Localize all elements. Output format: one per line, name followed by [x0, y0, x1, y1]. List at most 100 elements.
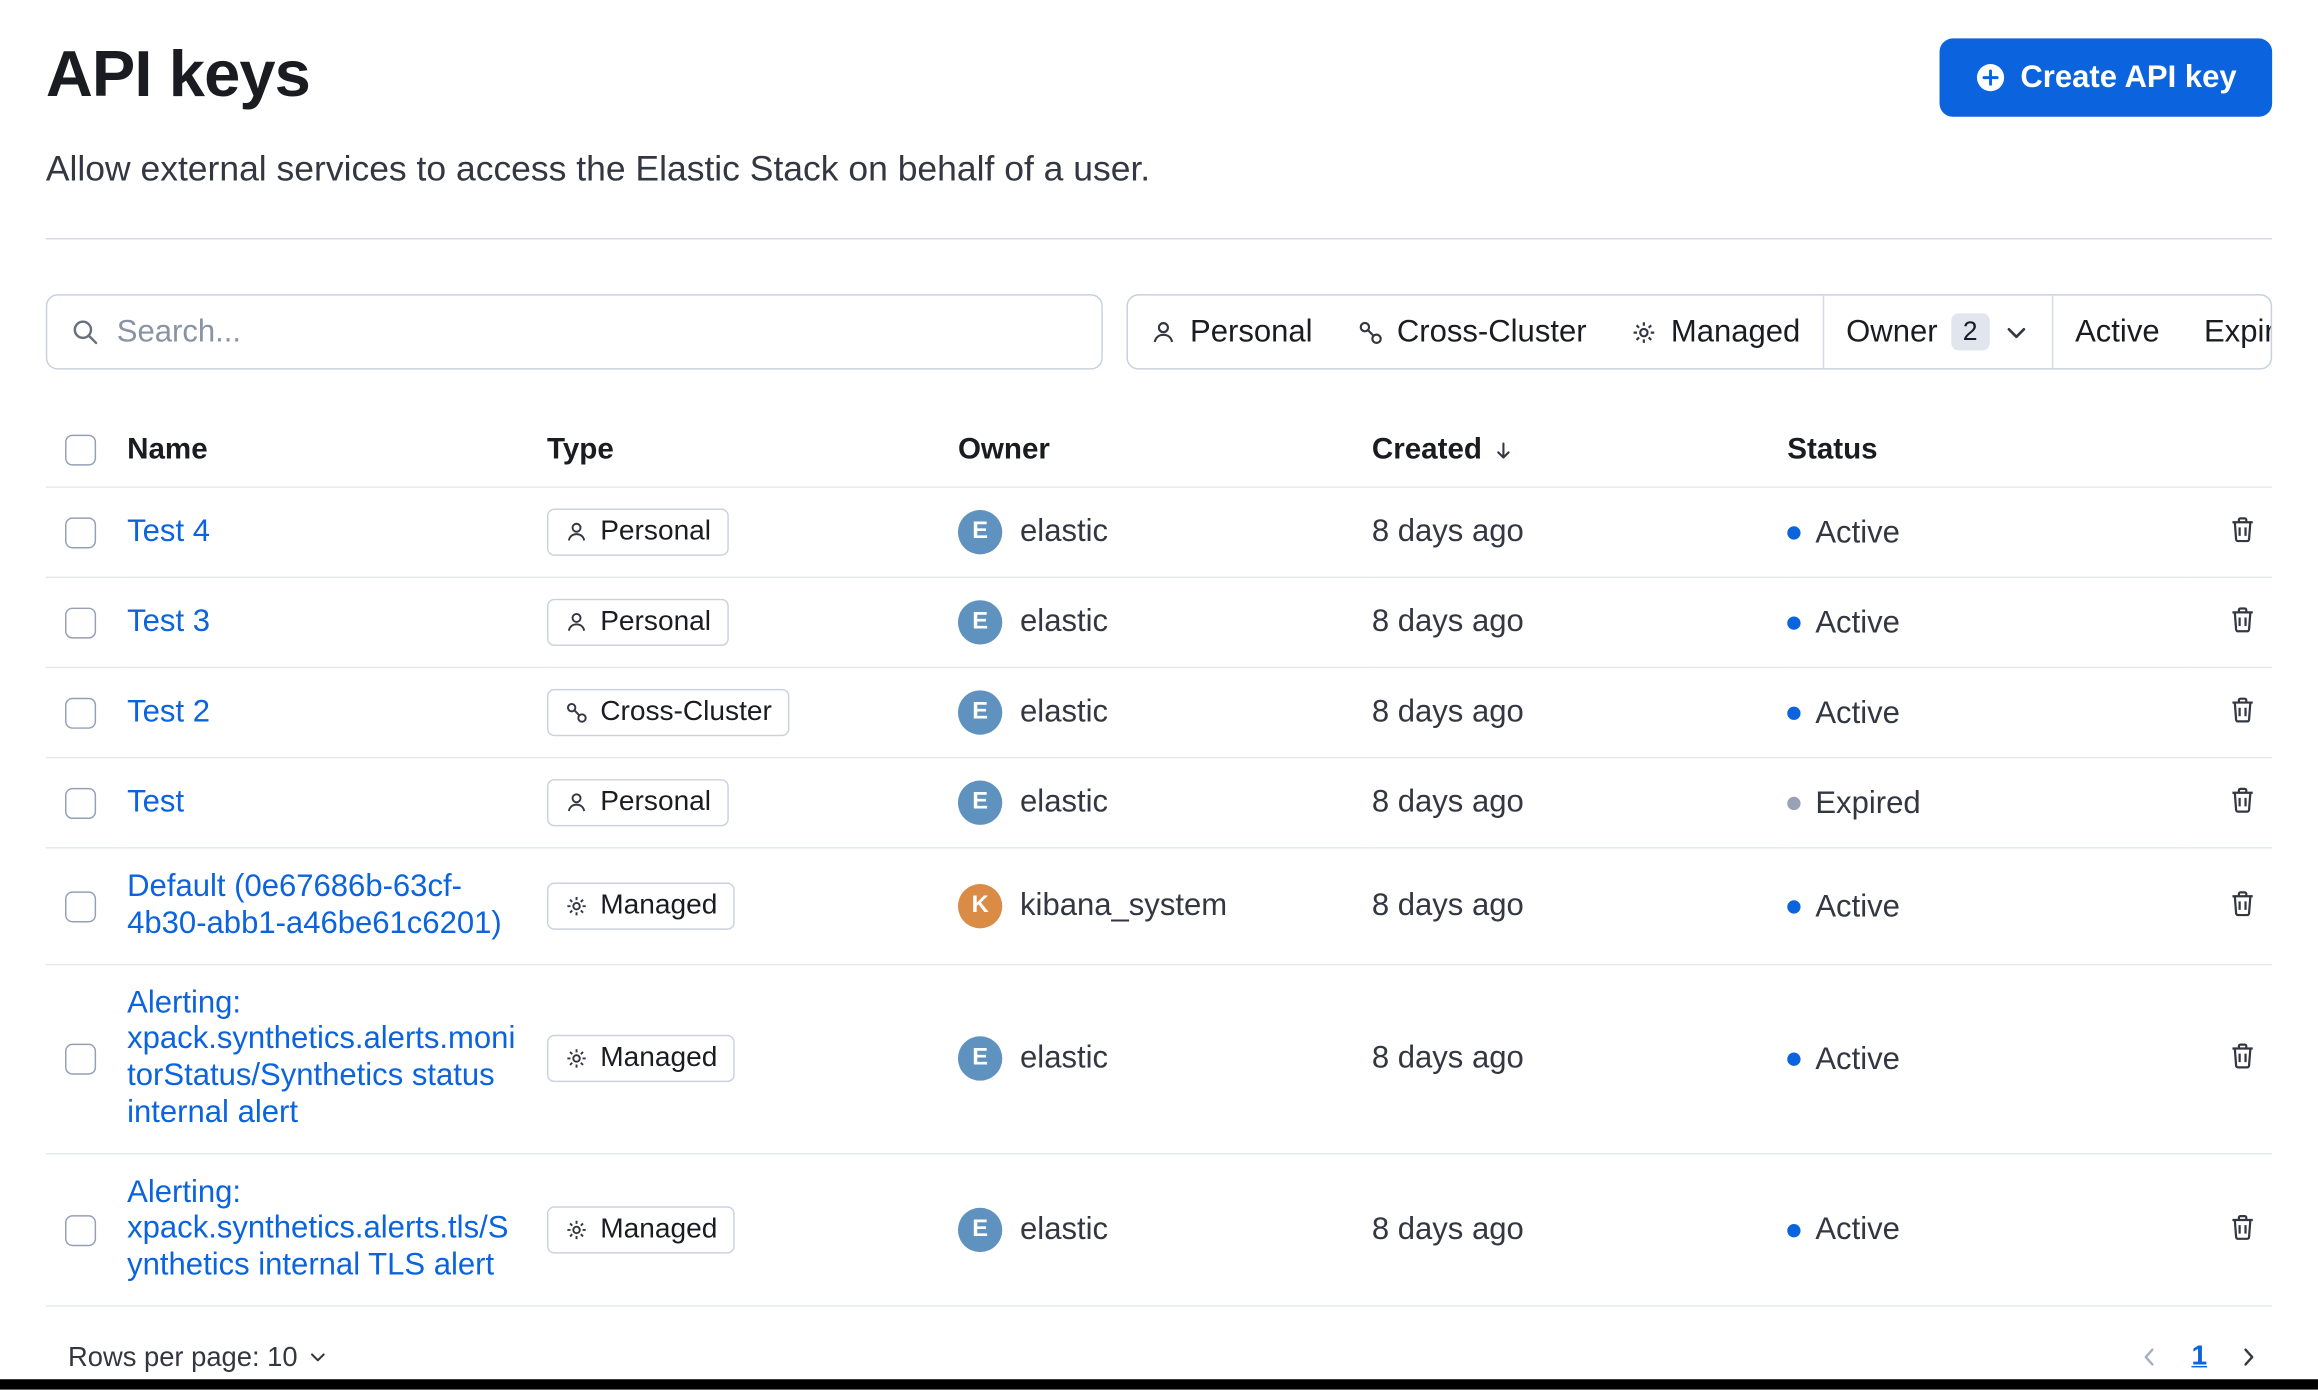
column-header-created[interactable]: Created — [1371, 413, 1788, 488]
previous-page-button[interactable] — [2138, 1345, 2162, 1369]
api-key-name-link[interactable]: Test 4 — [127, 514, 210, 551]
page-header: API keys Create API key — [45, 38, 2273, 117]
filter-cross-cluster-button[interactable]: Cross-Cluster — [1335, 296, 1609, 368]
filter-personal-button[interactable]: Personal — [1128, 296, 1335, 368]
type-label: Managed — [600, 1213, 718, 1245]
owner-avatar: E — [957, 1036, 1003, 1081]
create-api-key-label: Create API key — [2020, 59, 2237, 94]
delete-api-key-button[interactable] — [2225, 692, 2260, 727]
status-label: Active — [1815, 605, 1900, 640]
table-row: Alerting: xpack.synthetics.alerts.tls/Sy… — [45, 1153, 2273, 1307]
search-input[interactable] — [113, 312, 1081, 352]
gear-icon — [1633, 321, 1655, 343]
table-footer: Rows per page: 10 1 — [46, 1339, 2272, 1374]
filter-owner-button[interactable]: Owner 2 — [1824, 296, 2051, 368]
filter-expired-button[interactable]: Expired — [2182, 296, 2271, 368]
api-keys-table: Name Type Owner Created Status Test 4 Per… — [45, 413, 2273, 1307]
row-checkbox[interactable] — [65, 1214, 97, 1246]
type-label: Personal — [600, 786, 712, 818]
chevron-left-icon — [2145, 1348, 2155, 1366]
user-icon — [565, 611, 589, 635]
search-box[interactable] — [45, 294, 1103, 370]
type-badge: Cross-Cluster — [546, 688, 790, 737]
status-label: Active — [1815, 515, 1900, 550]
status-dot — [1787, 1224, 1801, 1238]
plus-in-circle-icon — [1976, 64, 2004, 92]
status-label: Active — [1815, 1041, 1900, 1076]
api-keys-page: API keys Create API key Allow external s… — [0, 0, 2318, 1390]
row-checkbox[interactable] — [65, 890, 97, 923]
table-row: Test 4 Personal Eelastic 8 days ago Active — [45, 487, 2273, 579]
table-row: Default (0e67686b-63cf-4b30-abb1-a46be61… — [45, 847, 2273, 965]
owner-avatar: E — [957, 690, 1003, 735]
api-key-name-link[interactable]: Alerting: xpack.synthetics.alerts.monito… — [127, 985, 523, 1131]
table-row: Test 3 Personal Eelastic 8 days ago Active — [45, 577, 2273, 669]
delete-api-key-button[interactable] — [2225, 885, 2260, 920]
filter-active-button[interactable]: Active — [2053, 296, 2182, 368]
delete-api-key-button[interactable] — [2225, 511, 2260, 546]
gear-icon — [565, 1047, 589, 1071]
delete-api-key-button[interactable] — [2225, 1209, 2260, 1244]
filter-cross-cluster-label: Cross-Cluster — [1396, 314, 1587, 349]
owner-avatar: E — [957, 510, 1003, 555]
filter-managed-button[interactable]: Managed — [1609, 296, 1823, 368]
select-all-checkbox[interactable] — [65, 434, 97, 466]
table-row: Test 2 Cross-Cluster Eelastic 8 days ago Act… — [45, 667, 2273, 759]
row-checkbox[interactable] — [65, 1043, 97, 1075]
delete-api-key-button[interactable] — [2225, 782, 2260, 817]
trash-icon — [2228, 1041, 2258, 1071]
next-page-button[interactable] — [2237, 1345, 2261, 1369]
api-key-name-link[interactable]: Alerting: xpack.synthetics.alerts.tls/Sy… — [127, 1175, 523, 1285]
column-header-status[interactable]: Status — [1787, 413, 2188, 488]
api-key-name-link[interactable]: Test 3 — [127, 604, 210, 641]
created-cell: 8 days ago — [1371, 963, 1788, 1154]
search-icon — [73, 320, 98, 345]
status-dot — [1787, 1053, 1801, 1067]
row-checkbox[interactable] — [65, 517, 97, 549]
owner-avatar: K — [957, 883, 1003, 929]
api-key-name-link[interactable]: Default (0e67686b-63cf-4b30-abb1-a46be61… — [127, 869, 523, 942]
status-label: Expired — [1815, 786, 1921, 821]
created-cell: 8 days ago — [1371, 1153, 1788, 1307]
delete-api-key-button[interactable] — [2225, 602, 2260, 637]
gear-icon — [565, 894, 589, 918]
page-title: API keys — [45, 38, 311, 111]
type-badge: Managed — [546, 1205, 736, 1254]
filter-personal-label: Personal — [1190, 314, 1313, 349]
trash-icon — [2228, 605, 2258, 635]
rows-per-page-button[interactable]: Rows per page: 10 — [59, 1339, 337, 1374]
type-badge: Personal — [546, 598, 729, 647]
type-label: Managed — [600, 889, 718, 921]
column-header-type[interactable]: Type — [546, 413, 958, 488]
owner-avatar: E — [957, 600, 1003, 645]
owner-name: elastic — [1020, 1211, 1109, 1246]
create-api-key-button[interactable]: Create API key — [1939, 38, 2273, 117]
search-and-filter-bar: Personal Cross-Cluster Managed Owner 2 — [45, 294, 2273, 370]
row-checkbox[interactable] — [65, 697, 97, 729]
owner-name: elastic — [1020, 1040, 1109, 1075]
created-cell: 8 days ago — [1371, 487, 1788, 579]
filter-managed-label: Managed — [1670, 314, 1801, 349]
trash-icon — [2228, 888, 2258, 918]
page-subtitle: Allow external services to access the El… — [45, 149, 1151, 190]
table-row: Alerting: xpack.synthetics.alerts.monito… — [45, 963, 2273, 1154]
type-label: Managed — [600, 1042, 718, 1074]
user-icon — [565, 520, 589, 544]
delete-api-key-button[interactable] — [2225, 1038, 2260, 1073]
column-header-name[interactable]: Name — [127, 413, 547, 488]
created-cell: 8 days ago — [1371, 757, 1788, 849]
select-all-header-cell — [45, 413, 128, 488]
row-checkbox[interactable] — [65, 607, 97, 639]
column-header-owner[interactable]: Owner — [957, 413, 1372, 488]
filter-group: Personal Cross-Cluster Managed Owner 2 A… — [1126, 294, 2273, 370]
cluster-icon — [565, 701, 589, 725]
created-cell: 8 days ago — [1371, 847, 1788, 965]
created-cell: 8 days ago — [1371, 667, 1788, 759]
type-badge: Personal — [546, 508, 729, 556]
page-number-1[interactable]: 1 — [2191, 1341, 2207, 1374]
type-label: Cross-Cluster — [600, 696, 772, 728]
api-key-name-link[interactable]: Test 2 — [127, 694, 210, 731]
api-key-name-link[interactable]: Test — [127, 784, 184, 821]
owner-count-badge: 2 — [1950, 313, 1990, 351]
row-checkbox[interactable] — [65, 787, 97, 819]
